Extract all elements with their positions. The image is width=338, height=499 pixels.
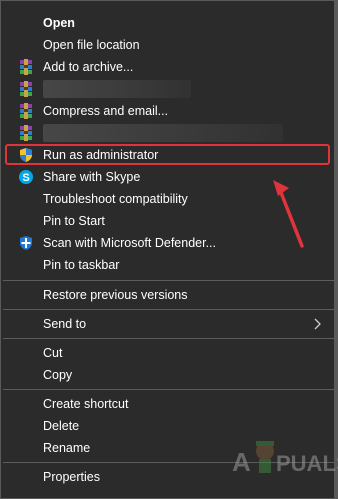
menu-item-label: Add to archive...: [43, 60, 134, 74]
skype-icon: S: [19, 170, 33, 184]
obscured-label: [43, 124, 283, 142]
winrar-icon: [20, 81, 32, 97]
winrar-icon: [20, 59, 32, 75]
menu-item-cut[interactable]: Cut: [1, 342, 334, 364]
defender-icon: [20, 236, 32, 250]
menu-item-label: Troubleshoot compatibility: [43, 192, 188, 206]
menu-item-copy[interactable]: Copy: [1, 364, 334, 386]
separator: [3, 280, 334, 281]
menu-item-label: Pin to taskbar: [43, 258, 120, 272]
menu-item-label: Restore previous versions: [43, 288, 188, 302]
menu-item-send-to[interactable]: Send to: [1, 313, 334, 335]
chevron-right-icon: [314, 318, 321, 330]
context-menu: Open Open file location Add to archive..…: [0, 0, 338, 499]
menu-item-obscured-2[interactable]: [1, 122, 334, 144]
menu-item-label: Open file location: [43, 38, 140, 52]
menu-item-label: Properties: [43, 470, 100, 484]
appuals-watermark: A PUALS: [232, 441, 338, 477]
menu-item-compress-and-email[interactable]: Compress and email...: [1, 100, 334, 122]
separator: [3, 338, 334, 339]
obscured-label: [43, 80, 191, 98]
menu-item-create-shortcut[interactable]: Create shortcut: [1, 393, 334, 415]
menu-item-add-to-archive[interactable]: Add to archive...: [1, 56, 334, 78]
watermark-text-right: PUALS: [276, 451, 338, 476]
menu-item-label: Create shortcut: [43, 397, 129, 411]
menu-item-label: Open: [43, 16, 75, 30]
menu-item-obscured-1[interactable]: [1, 78, 334, 100]
annotation-arrow-icon: [273, 180, 304, 248]
menu-item-open[interactable]: Open: [1, 12, 334, 34]
menu-item-label: Scan with Microsoft Defender...: [43, 236, 216, 250]
svg-text:S: S: [22, 172, 29, 184]
menu-item-label: Send to: [43, 317, 87, 331]
menu-item-label: Cut: [43, 346, 63, 360]
watermark-text-left: A: [232, 447, 251, 477]
menu-item-label: Delete: [43, 419, 80, 433]
menu-item-open-file-location[interactable]: Open file location: [1, 34, 334, 56]
menu-item-label: Copy: [43, 368, 73, 382]
separator: [3, 309, 334, 310]
winrar-icon: [20, 103, 32, 119]
menu-item-label: Share with Skype: [43, 170, 141, 184]
menu-item-restore-previous-versions[interactable]: Restore previous versions: [1, 284, 334, 306]
menu-item-pin-to-taskbar[interactable]: Pin to taskbar: [1, 254, 334, 276]
highlight-box: [5, 144, 330, 165]
menu-item-label: Compress and email...: [43, 104, 169, 118]
separator: [3, 389, 334, 390]
menu-item-label: Rename: [43, 441, 91, 455]
winrar-icon: [20, 125, 32, 141]
menu-item-label: Pin to Start: [43, 214, 105, 228]
